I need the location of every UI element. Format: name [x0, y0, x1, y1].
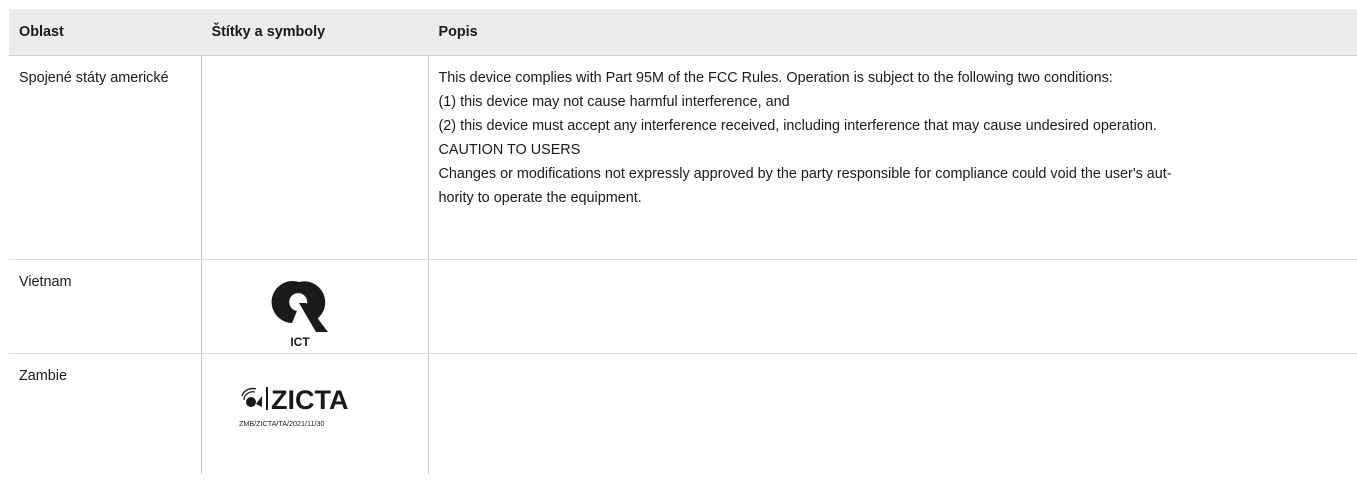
- regulatory-table: Oblast Štítky a symboly Popis Spojené st…: [9, 9, 1357, 474]
- table-header-row: Oblast Štítky a symboly Popis: [9, 9, 1357, 56]
- zicta-logo-icon: ZICTA ZMB/ZICTA/TA/2021/11/30: [239, 385, 348, 428]
- header-description: Popis: [427, 9, 1357, 56]
- table-row-zambia: Zambie ZICTA ZMB/ZICTA/TA/2021/11/30: [9, 353, 1357, 474]
- page: Oblast Štítky a symboly Popis Spojené st…: [0, 0, 1357, 484]
- description-cell: This device complies with Part 95M of th…: [427, 55, 1357, 260]
- region-zambia: Zambie: [19, 368, 67, 384]
- zicta-wordmark: ZICTA: [271, 385, 348, 415]
- zicta-emblem: [240, 387, 262, 407]
- description-cell-empty: [427, 259, 1357, 354]
- region-cell: Zambie: [9, 354, 201, 474]
- region-cell: Spojené státy americké: [9, 55, 201, 260]
- zicta-approval-code: ZMB/ZICTA/TA/2021/11/30: [239, 419, 324, 428]
- description-line: (2) this device must accept any interfer…: [438, 118, 1157, 134]
- region-vietnam: Vietnam: [19, 274, 72, 290]
- ict-mark-text: ICT: [290, 335, 310, 349]
- description-cell-empty: [427, 353, 1357, 474]
- table-row-vietnam: Vietnam ICT: [9, 259, 1357, 354]
- region-cell: Vietnam: [9, 259, 201, 354]
- symbol-cell: ZICTA ZMB/ZICTA/TA/2021/11/30: [200, 353, 428, 474]
- description-line: hority to operate the equipment.: [438, 190, 642, 206]
- vietnam-ict-mark-icon: ICT: [271, 281, 328, 349]
- description-line: Changes or modifications not expressly a…: [438, 166, 1172, 182]
- symbol-cell: ICT: [200, 259, 428, 354]
- header-region: Oblast: [9, 9, 201, 56]
- table-row-usa: Spojené státy americké This device compl…: [9, 55, 1357, 260]
- zicta-divider: [265, 387, 268, 410]
- description-line: CAUTION TO USERS: [438, 142, 581, 158]
- header-labels-symbols: Štítky a symboly: [200, 9, 428, 56]
- region-usa: Spojené státy americké: [19, 70, 169, 86]
- description-line: (1) this device may not cause harmful in…: [438, 94, 790, 110]
- symbol-cell-empty: [200, 55, 428, 260]
- description-line: This device complies with Part 95M of th…: [438, 70, 1113, 86]
